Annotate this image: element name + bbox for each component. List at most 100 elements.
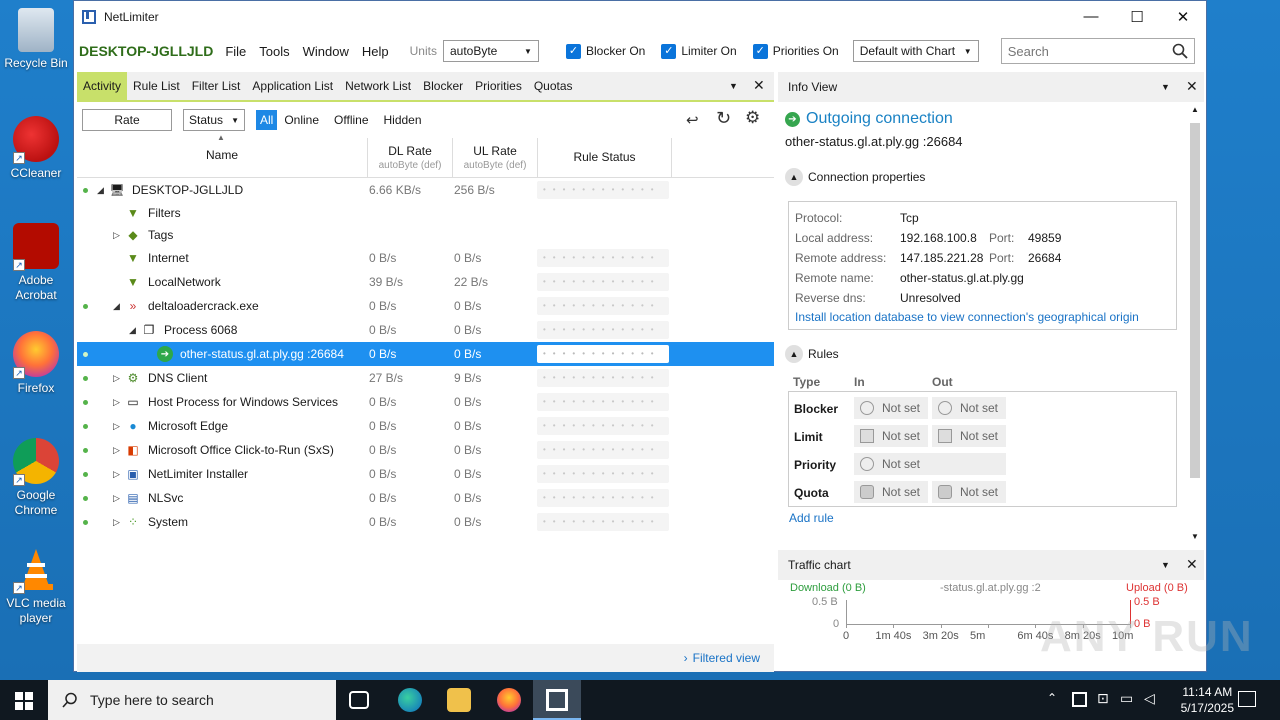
expander-icon[interactable]: ◢ <box>97 185 109 196</box>
limiter-toggle[interactable]: ✓ Limiter On <box>661 43 737 59</box>
tree-row[interactable]: ◢ » deltaloadercrack.exe 0 B/s 0 B/s ••••••••… <box>77 294 774 318</box>
quota-in-rule[interactable]: Not set <box>854 481 928 503</box>
search-input[interactable]: Search <box>1000 38 1195 64</box>
priority-rule[interactable]: Not set <box>854 453 1006 475</box>
desktop-firefox[interactable]: ↗ Firefox <box>4 331 68 396</box>
chevron-down-icon[interactable]: ▼ <box>1161 560 1170 570</box>
rule-status-cell[interactable]: •••••••••••• <box>537 273 669 291</box>
rule-status-cell[interactable]: •••••••••••• <box>537 369 669 387</box>
desktop-vlc[interactable]: ↗ VLC media player <box>4 546 68 626</box>
tab-application-list[interactable]: Application List <box>246 72 339 100</box>
rate-filter-button[interactable]: Rate <box>82 109 172 131</box>
maximize-button[interactable]: ☐ <box>1114 1 1160 32</box>
segment-hidden[interactable]: Hidden <box>380 110 426 130</box>
rule-status-cell[interactable]: •••••••••••• <box>537 249 669 267</box>
menu-tools[interactable]: Tools <box>259 44 289 59</box>
add-rule-link[interactable]: Add rule <box>789 511 834 525</box>
scrollbar-thumb[interactable] <box>1190 123 1200 478</box>
desktop-ccleaner[interactable]: ↗ CCleaner <box>4 116 68 181</box>
tree-row[interactable]: ◢ 🖥 DESKTOP-JGLLJLD 6.66 KB/s 256 B/s •••••••… <box>77 178 774 202</box>
expander-icon[interactable]: ▷ <box>113 517 125 528</box>
rules-toggle[interactable]: ▲ Rules <box>785 345 839 363</box>
windows-start-icon[interactable] <box>15 692 33 710</box>
expander-icon[interactable]: ▷ <box>113 493 125 504</box>
tray-network-icon[interactable]: ▭ <box>1120 690 1133 707</box>
taskbar-search-input[interactable]: Type here to search <box>48 680 336 720</box>
firefox-taskbar-icon[interactable] <box>497 688 521 712</box>
expander-icon[interactable]: ▷ <box>113 397 125 408</box>
quota-out-rule[interactable]: Not set <box>932 481 1006 503</box>
column-name[interactable]: ▲ Name <box>77 133 368 177</box>
tree-row[interactable]: ▼ LocalNetwork 39 B/s 22 B/s •••••••••••• <box>77 270 774 294</box>
rule-status-cell[interactable]: •••••••••••• <box>537 417 669 435</box>
rule-status-cell[interactable]: •••••••••••• <box>537 489 669 507</box>
tab-overflow-icon[interactable]: ▼ <box>729 81 738 91</box>
taskbar-clock[interactable]: 11:14 AM 5/17/2025 <box>1181 684 1234 716</box>
expander-icon[interactable]: ▷ <box>113 230 125 241</box>
notification-icon[interactable] <box>1238 691 1256 707</box>
tree-row[interactable]: ▷ ▤ NLSvc 0 B/s 0 B/s •••••••••••• <box>77 486 774 510</box>
expander-icon[interactable]: ▷ <box>113 469 125 480</box>
rule-status-cell[interactable]: •••••••••••• <box>537 297 669 315</box>
blocker-in-rule[interactable]: Not set <box>854 397 928 419</box>
netlimiter-taskbar-button[interactable] <box>533 680 581 720</box>
tab-priorities[interactable]: Priorities <box>469 72 528 100</box>
rule-status-cell[interactable]: •••••••••••• <box>537 321 669 339</box>
tab-activity[interactable]: Activity <box>77 72 128 100</box>
chevron-down-icon[interactable]: ▼ <box>1161 82 1170 92</box>
refresh-icon[interactable]: ↻ <box>716 108 731 129</box>
tray-netlimiter-icon[interactable] <box>1072 692 1087 707</box>
rule-status-cell[interactable]: •••••••••••• <box>537 181 669 199</box>
tree-row[interactable]: ▷ ⁘ System 0 B/s 0 B/s •••••••••••• <box>77 510 774 534</box>
segment-all[interactable]: All <box>256 110 278 130</box>
close-icon[interactable]: ✕ <box>1186 78 1198 95</box>
column-rule-status[interactable]: Rule Status <box>538 138 672 177</box>
tab-rule-list[interactable]: Rule List <box>127 72 186 100</box>
desktop-google-chrome[interactable]: ↗ Google Chrome <box>4 438 68 518</box>
column-dl-rate[interactable]: DL Rate autoByte (def) <box>368 138 453 177</box>
expander-icon[interactable]: ▷ <box>113 445 125 456</box>
desktop-adobe-acrobat[interactable]: ↗ Adobe Acrobat <box>4 223 68 303</box>
tab-network-list[interactable]: Network List <box>339 72 417 100</box>
priorities-toggle[interactable]: ✓ Priorities On <box>752 43 839 59</box>
desktop-recycle-bin[interactable]: Recycle Bin <box>4 8 68 71</box>
segment-offline[interactable]: Offline <box>330 110 372 130</box>
rule-status-cell[interactable]: •••••••••••• <box>537 345 669 363</box>
blocker-out-rule[interactable]: Not set <box>932 397 1006 419</box>
tree-row[interactable]: ➔ other-status.gl.at.ply.gg :26684 0 B/s 0 … <box>77 342 774 366</box>
tree-row[interactable]: ▷ ▭ Host Process for Windows Services 0 B/s… <box>77 390 774 414</box>
menu-help[interactable]: Help <box>362 44 389 59</box>
scroll-up-icon[interactable]: ▲ <box>1191 105 1199 114</box>
tree-row[interactable]: ▷ ◆ Tags <box>77 224 774 246</box>
tab-filter-list[interactable]: Filter List <box>186 72 247 100</box>
tab-quotas[interactable]: Quotas <box>528 72 579 100</box>
limit-in-rule[interactable]: Not set <box>854 425 928 447</box>
tree-row[interactable]: ▼ Filters <box>77 202 774 224</box>
tray-volume-icon[interactable]: ◁ <box>1144 690 1155 707</box>
menu-window[interactable]: Window <box>303 44 349 59</box>
connection-properties-toggle[interactable]: ▲ Connection properties <box>785 168 925 186</box>
segment-online[interactable]: Online <box>280 110 323 130</box>
gear-icon[interactable]: ⚙ <box>745 108 760 128</box>
close-icon[interactable]: ✕ <box>1186 556 1198 573</box>
tab-blocker[interactable]: Blocker <box>417 72 469 100</box>
expander-icon[interactable]: ▷ <box>113 373 125 384</box>
rule-status-cell[interactable]: •••••••••••• <box>537 513 669 531</box>
tree-row[interactable]: ▷ ▣ NetLimiter Installer 0 B/s 0 B/s ••••••••… <box>77 462 774 486</box>
minimize-button[interactable]: — <box>1068 1 1114 32</box>
install-location-db-link[interactable]: Install location database to view connec… <box>795 310 1139 324</box>
limit-out-rule[interactable]: Not set <box>932 425 1006 447</box>
expander-icon[interactable]: ◢ <box>113 301 125 312</box>
tree-row[interactable]: ▷ ◧ Microsoft Office Click-to-Run (SxS) 0 B… <box>77 438 774 462</box>
expander-icon[interactable]: ◢ <box>129 325 141 336</box>
units-select[interactable]: autoByte ▼ <box>442 40 539 62</box>
tray-device-icon[interactable]: ⊡ <box>1097 690 1109 707</box>
tree-row[interactable]: ▷ ⚙ DNS Client 27 B/s 9 B/s •••••••••••• <box>77 366 774 390</box>
rule-status-cell[interactable]: •••••••••••• <box>537 465 669 483</box>
tree-row[interactable]: ▼ Internet 0 B/s 0 B/s •••••••••••• <box>77 246 774 270</box>
rule-status-cell[interactable]: •••••••••••• <box>537 441 669 459</box>
edge-taskbar-icon[interactable] <box>398 688 422 712</box>
undo-icon[interactable]: ↩ <box>686 111 699 129</box>
filtered-view-link[interactable]: › Filtered view <box>77 644 774 672</box>
column-ul-rate[interactable]: UL Rate autoByte (def) <box>453 138 538 177</box>
